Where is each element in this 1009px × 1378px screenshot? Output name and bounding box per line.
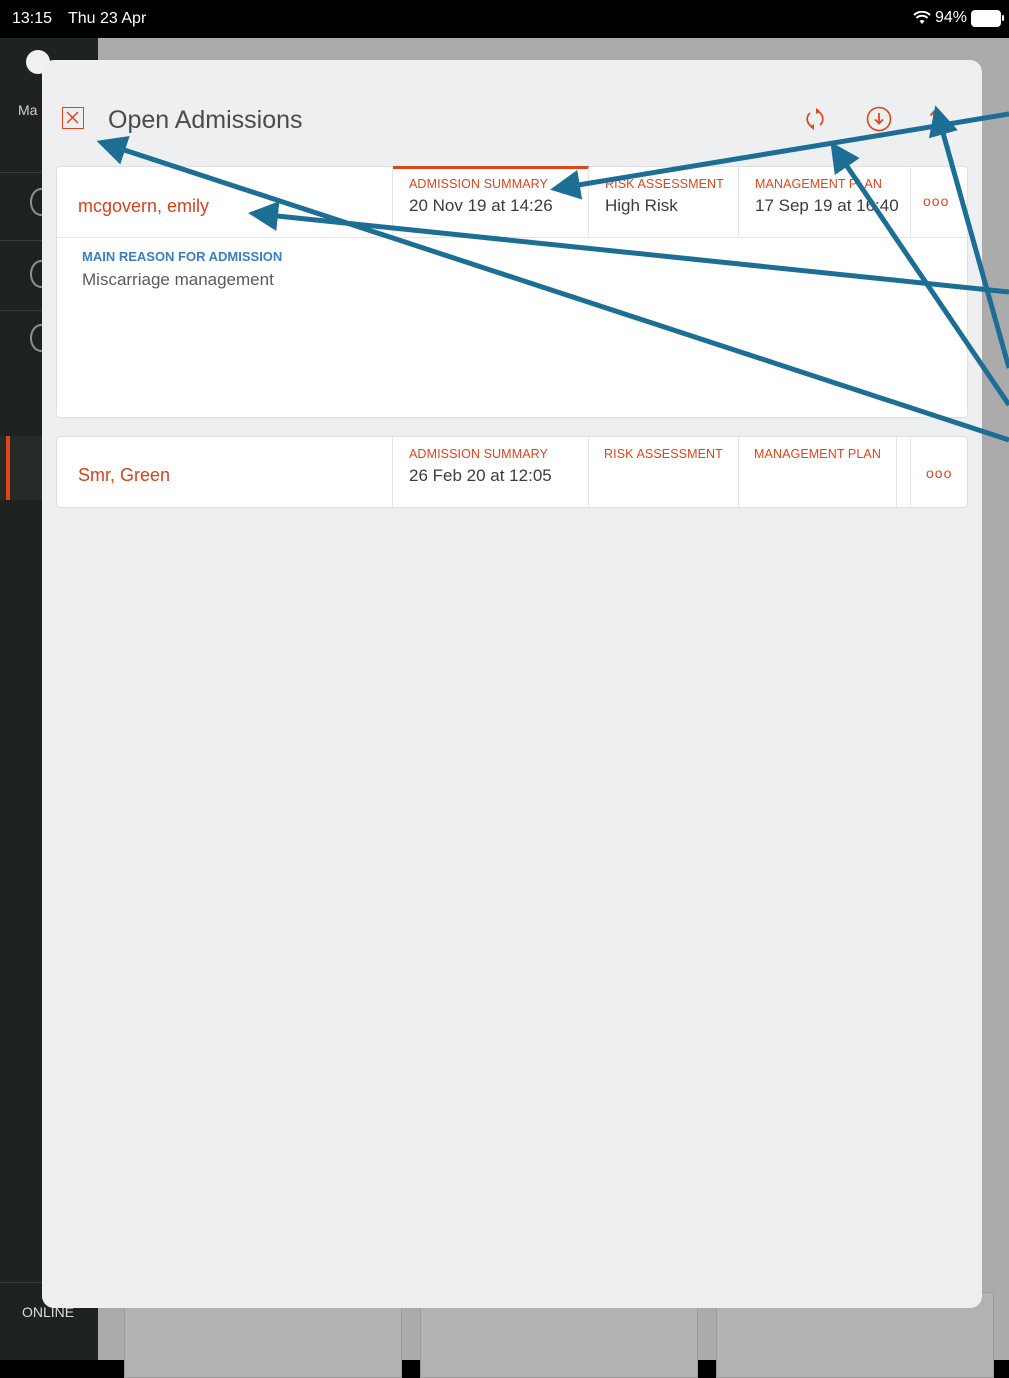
sidebar-app-label: Ma bbox=[18, 102, 38, 118]
management-plan-label: MANAGEMENT PLAN bbox=[755, 177, 882, 191]
risk-assessment-cell[interactable]: RISK ASSESSMENT bbox=[589, 437, 739, 507]
risk-assessment-cell[interactable]: RISK ASSESSMENT High Risk bbox=[589, 167, 739, 237]
management-plan-label: MANAGEMENT PLAN bbox=[754, 447, 881, 461]
admission-summary-label: ADMISSION SUMMARY bbox=[409, 447, 548, 461]
management-plan-cell[interactable]: MANAGEMENT PLAN 17 Sep 19 at 16:40 bbox=[739, 167, 911, 237]
cell-spacer bbox=[897, 437, 911, 507]
status-date: Thu 23 Apr bbox=[68, 10, 147, 27]
admission-summary-label: ADMISSION SUMMARY bbox=[409, 177, 548, 191]
status-right: 94% bbox=[913, 9, 1004, 27]
risk-assessment-label: RISK ASSESSMENT bbox=[605, 177, 724, 191]
status-time: 13:15 bbox=[12, 10, 53, 27]
upload-icon[interactable] bbox=[924, 106, 950, 132]
status-bar: 13:15 Thu 23 Apr 94% bbox=[0, 0, 1009, 38]
wifi-icon bbox=[913, 11, 931, 24]
battery-icon bbox=[971, 9, 1004, 27]
admission-card[interactable]: mcgovern, emily ADMISSION SUMMARY 20 Nov… bbox=[56, 166, 969, 418]
main-reason-label: MAIN REASON FOR ADMISSION bbox=[82, 249, 283, 264]
close-icon bbox=[66, 111, 79, 124]
more-options-button[interactable]: ooo bbox=[926, 465, 952, 481]
more-options-button[interactable]: ooo bbox=[923, 193, 949, 209]
risk-assessment-value: High Risk bbox=[605, 196, 678, 215]
admission-summary-value: 20 Nov 19 at 14:26 bbox=[409, 196, 553, 215]
admission-summary-cell[interactable]: ADMISSION SUMMARY 20 Nov 19 at 14:26 bbox=[393, 167, 589, 237]
modal-header: Open Admissions bbox=[42, 60, 982, 154]
management-plan-value: 17 Sep 19 at 16:40 bbox=[755, 196, 899, 215]
card-divider bbox=[57, 237, 969, 238]
open-admissions-modal: Open Admissions mcgovern, emily ADMISSIO… bbox=[42, 60, 982, 1308]
sidebar-active-indicator bbox=[6, 436, 10, 500]
patient-name[interactable]: Smr, Green bbox=[78, 465, 170, 486]
admission-summary-value: 26 Feb 20 at 12:05 bbox=[409, 466, 552, 485]
patient-cell bbox=[57, 167, 393, 237]
main-reason-value: Miscarriage management bbox=[82, 270, 274, 289]
close-button[interactable] bbox=[62, 107, 84, 129]
management-plan-cell[interactable]: MANAGEMENT PLAN bbox=[739, 437, 897, 507]
sync-icon[interactable] bbox=[802, 106, 828, 132]
download-icon[interactable] bbox=[866, 106, 892, 132]
admission-card[interactable]: Smr, Green ADMISSION SUMMARY 26 Feb 20 a… bbox=[56, 436, 968, 508]
admission-summary-cell[interactable]: ADMISSION SUMMARY 26 Feb 20 at 12:05 bbox=[393, 437, 589, 507]
battery-percent: 94% bbox=[934, 9, 967, 26]
modal-title: Open Admissions bbox=[108, 106, 303, 134]
risk-assessment-label: RISK ASSESSMENT bbox=[604, 447, 723, 461]
